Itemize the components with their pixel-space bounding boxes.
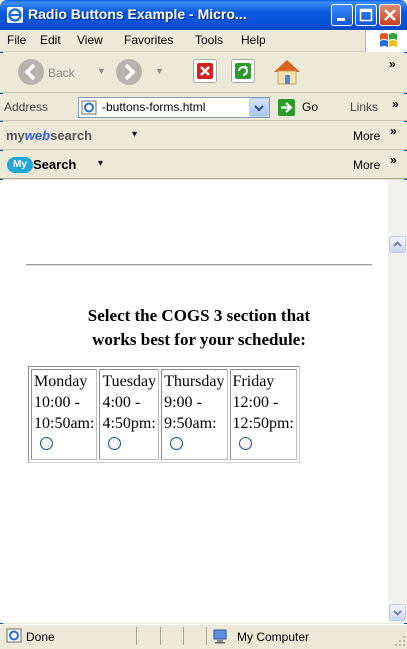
radio-thursday[interactable]	[170, 437, 184, 450]
ie-icon	[7, 7, 23, 23]
schedule-table: Monday 10:00 - 10:50am: Tuesday 4:00 - 4…	[28, 366, 300, 463]
my-computer-icon	[213, 629, 227, 644]
home-icon	[274, 60, 300, 85]
status-text: Done	[26, 630, 55, 644]
go-label[interactable]: Go	[302, 100, 318, 114]
chevron-down-icon	[254, 105, 264, 112]
menu-file[interactable]: File	[7, 33, 26, 47]
mywebsearch-more-label[interactable]: More	[353, 129, 380, 143]
address-dropdown-button[interactable]	[249, 98, 269, 117]
menu-tools[interactable]: Tools	[195, 33, 223, 47]
mywebsearch-logo-web: web	[24, 128, 51, 143]
windows-logo	[365, 30, 407, 52]
status-bar	[0, 624, 407, 649]
window-title: Radio Buttons Example - Micro...	[28, 6, 247, 22]
page-heading-line-2: works best for your schedule:	[92, 330, 306, 349]
scroll-down-button[interactable]	[389, 604, 406, 621]
forward-button[interactable]	[116, 59, 142, 85]
close-button[interactable]	[379, 4, 401, 26]
section-cell-thursday: Thursday 9:00 - 9:50am:	[161, 369, 228, 460]
mywebsearch-logo-search: search	[50, 128, 93, 143]
menu-help[interactable]: Help	[241, 33, 266, 47]
status-divider	[206, 627, 207, 645]
mysearch-more-chevron-icon[interactable]: »	[390, 153, 397, 167]
mywebsearch-logo[interactable]: mywebsearch	[6, 128, 92, 143]
section-day: Thursday	[164, 373, 225, 390]
section-time-start: 9:00 -	[164, 394, 202, 411]
section-time-end: 12:50pm:	[232, 415, 294, 432]
horizontal-rule	[26, 264, 372, 266]
security-zone-text: My Computer	[237, 630, 310, 644]
section-cell-friday: Friday 12:00 - 12:50pm:	[229, 369, 297, 460]
status-divider	[136, 627, 137, 645]
forward-arrow-icon	[124, 63, 136, 81]
page-heading-line-1: Select the COGS 3 section that	[87, 306, 311, 325]
section-cell-tuesday: Tuesday 4:00 - 4:50pm:	[99, 369, 160, 460]
mywebsearch-logo-my: my	[6, 128, 25, 143]
status-divider	[183, 627, 184, 645]
section-day: Tuesday	[102, 373, 157, 390]
windows-flag-icon	[380, 33, 397, 47]
section-time-start: 12:00 -	[232, 394, 279, 411]
menu-favorites[interactable]: Favorites	[124, 33, 173, 47]
address-label: Address	[4, 100, 49, 114]
section-day: Friday	[232, 373, 275, 390]
resize-grip-icon[interactable]	[394, 635, 406, 647]
close-icon	[384, 9, 396, 21]
links-chevron-icon[interactable]: »	[392, 97, 399, 111]
home-button[interactable]	[270, 57, 304, 87]
page-done-icon	[6, 628, 22, 643]
section-time-start: 10:00 -	[34, 394, 80, 411]
refresh-icon	[235, 63, 251, 79]
refresh-button[interactable]	[231, 59, 255, 83]
back-arrow-icon	[24, 63, 36, 81]
section-time-end: 10:50am:	[34, 415, 95, 432]
mywebsearch-more-chevron-icon[interactable]: »	[390, 124, 397, 138]
maximize-button[interactable]	[355, 4, 377, 26]
back-button[interactable]	[18, 59, 44, 85]
section-time-end: 4:50pm:	[102, 415, 156, 432]
back-dropdown-icon[interactable]: ▼	[97, 66, 106, 76]
section-day: Monday	[34, 373, 88, 390]
radio-friday[interactable]	[238, 437, 252, 450]
section-time-end: 9:50am:	[164, 415, 217, 432]
back-label: Back	[48, 66, 75, 80]
links-label[interactable]: Links	[350, 100, 378, 114]
maximize-icon	[359, 8, 373, 22]
radio-tuesday[interactable]	[108, 437, 122, 450]
page-heading: Select the COGS 3 section that works bes…	[0, 304, 398, 352]
section-cell-monday: Monday 10:00 - 10:50am:	[31, 369, 98, 460]
mysearch-label[interactable]: Search	[33, 157, 76, 172]
minimize-button[interactable]	[331, 4, 353, 26]
page-icon	[81, 100, 97, 115]
mywebsearch-dropdown-icon[interactable]: ▾	[132, 129, 137, 140]
menu-view[interactable]: View	[77, 33, 103, 47]
toolbar-chevron-icon[interactable]: »	[389, 57, 396, 71]
scroll-up-button[interactable]	[389, 236, 406, 253]
mysearch-badge: My	[7, 157, 33, 173]
address-value[interactable]: -buttons-forms.html	[102, 100, 205, 114]
section-time-start: 4:00 -	[102, 394, 141, 411]
chevron-up-icon	[393, 241, 402, 247]
status-divider	[160, 627, 161, 645]
go-arrow-icon	[281, 102, 293, 113]
menu-edit[interactable]: Edit	[40, 33, 61, 47]
stop-icon	[197, 63, 213, 79]
stop-button[interactable]	[193, 59, 217, 83]
mysearch-dropdown-icon[interactable]: ▾	[98, 158, 103, 169]
minimize-icon	[337, 18, 345, 21]
mysearch-more-label[interactable]: More	[353, 158, 380, 172]
chevron-down-icon	[393, 610, 402, 616]
forward-dropdown-icon[interactable]: ▼	[155, 66, 164, 76]
go-button[interactable]	[278, 99, 295, 116]
radio-monday[interactable]	[40, 437, 53, 450]
